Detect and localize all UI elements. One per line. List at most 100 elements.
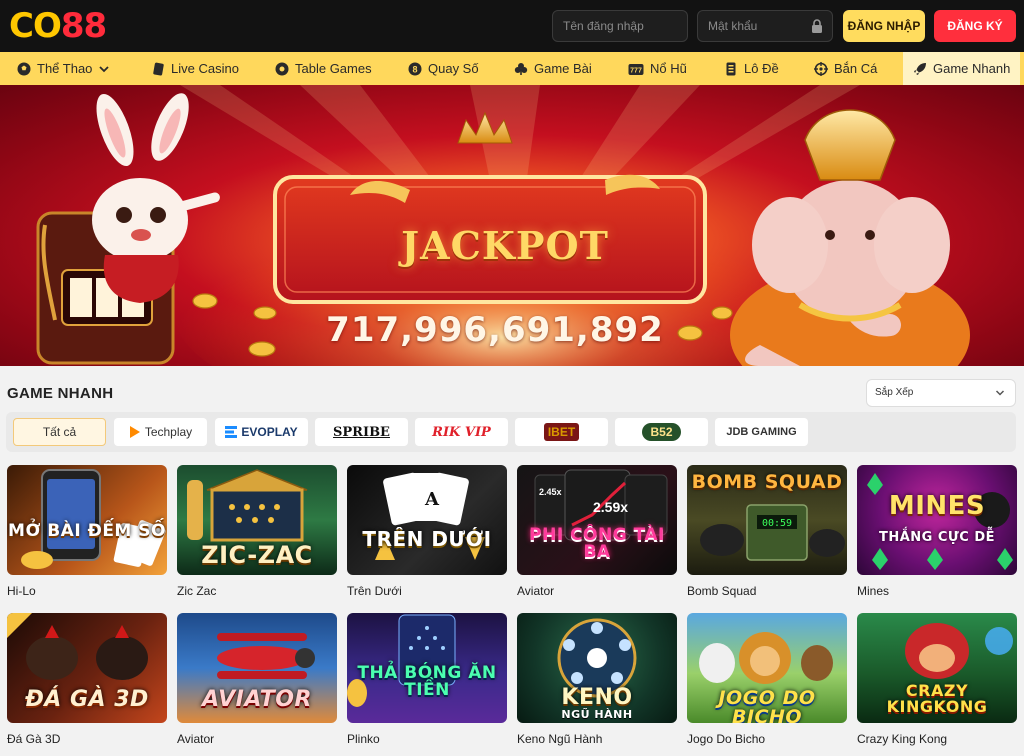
nav-item-table-games[interactable]: Table Games bbox=[275, 52, 372, 85]
techplay-logo-icon bbox=[129, 426, 140, 438]
section-title: GAME NHANH bbox=[7, 385, 114, 402]
game-title: Trên Dưới bbox=[347, 584, 402, 598]
login-button[interactable]: ĐĂNG NHẬP bbox=[843, 10, 925, 42]
game-caption: ĐÁ GÀ 3D bbox=[25, 687, 149, 712]
soccer-ball-icon bbox=[17, 62, 31, 75]
provider-tab-evoplay[interactable]: EVOPLAY bbox=[215, 418, 308, 446]
nav-item-game-bai[interactable]: Game Bài bbox=[514, 52, 592, 85]
nav-item-game-nhanh[interactable]: Game Nhanh bbox=[903, 52, 1021, 85]
game-caption: TRÊN DƯỚI bbox=[362, 527, 492, 551]
jackpot-amount: 717,996,691,892 bbox=[326, 310, 664, 350]
provider-label: Tất cả bbox=[42, 425, 77, 439]
game-card-hi-lo[interactable]: MỞ BÀI ĐẾM SỐ bbox=[7, 465, 167, 575]
game-card-bomb-squad[interactable]: 00:59 BOMB SQUAD bbox=[687, 465, 847, 575]
nav-label: Quay Số bbox=[428, 61, 479, 76]
provider-label: Techplay bbox=[144, 425, 193, 439]
svg-text:777: 777 bbox=[630, 67, 642, 74]
provider-filter-bar: Tất cả Techplay EVOPLAY SPRIBE RIK VIP I… bbox=[6, 412, 1016, 452]
nav-label: Thể Thao bbox=[37, 61, 93, 76]
game-caption: PHI CÔNG TÀI BA bbox=[529, 525, 665, 562]
provider-tab-all[interactable]: Tất cả bbox=[13, 418, 106, 446]
game-title: Aviator bbox=[517, 584, 555, 598]
nav-label: Live Casino bbox=[171, 61, 239, 76]
provider-label: EVOPLAY bbox=[241, 425, 298, 439]
game-art: A bbox=[375, 472, 485, 560]
nav-label: Game Nhanh bbox=[933, 61, 1011, 76]
game-card-crazy-king-kong[interactable]: CRAZY KINGKONG bbox=[857, 613, 1017, 723]
poker-chip-icon bbox=[275, 62, 289, 75]
provider-tab-jdb[interactable]: JDB GAMING bbox=[715, 418, 808, 446]
provider-tab-rikvip[interactable]: RIK VIP bbox=[415, 418, 508, 446]
nav-item-live-casino[interactable]: Live Casino bbox=[151, 52, 239, 85]
crosshair-icon bbox=[814, 61, 828, 76]
game-card-mines[interactable]: MINES THẮNG CỰC DỄ bbox=[857, 465, 1017, 575]
svg-text:00:59: 00:59 bbox=[762, 518, 792, 529]
club-suit-icon bbox=[514, 62, 528, 75]
game-card-aviator[interactable]: AVIATOR bbox=[177, 613, 337, 723]
game-title: Đá Gà 3D bbox=[7, 732, 61, 746]
provider-label: B52 bbox=[642, 423, 681, 441]
svg-text:A: A bbox=[424, 489, 440, 510]
game-card-keno-ngu-hanh[interactable]: KENO NGŨ HÀNH bbox=[517, 613, 677, 723]
register-button[interactable]: ĐĂNG KÝ bbox=[934, 10, 1016, 42]
lock-icon bbox=[812, 19, 822, 33]
nav-item-no-hu[interactable]: 777 Nổ Hũ bbox=[628, 52, 687, 85]
game-title: Keno Ngũ Hành bbox=[517, 732, 603, 746]
game-title: Hi-Lo bbox=[7, 584, 36, 598]
chevron-down-icon bbox=[995, 390, 1005, 396]
jackpot-banner[interactable]: JACKPOT 717,996,691,892 bbox=[0, 85, 1024, 366]
game-caption: AVIATOR bbox=[202, 687, 312, 712]
provider-label: SPRIBE bbox=[333, 424, 390, 440]
logo-text-co: CO bbox=[9, 6, 62, 46]
provider-tab-techplay[interactable]: Techplay bbox=[114, 418, 207, 446]
provider-label: RIK VIP bbox=[432, 424, 491, 440]
site-logo[interactable]: CO88 bbox=[9, 6, 107, 46]
game-card-tren-duoi[interactable]: A TRÊN DƯỚI bbox=[347, 465, 507, 575]
nav-label: Lô Đề bbox=[744, 61, 779, 76]
game-card-plinko[interactable]: THẢ BÓNG ĂN TIỀN bbox=[347, 613, 507, 723]
evoplay-logo-icon bbox=[225, 426, 238, 438]
game-caption: CRAZY KINGKONG bbox=[886, 681, 988, 716]
game-caption: BOMB SQUAD bbox=[691, 471, 843, 493]
game-title: Bomb Squad bbox=[687, 584, 757, 598]
multiplier-tag: 2.59x bbox=[593, 499, 629, 515]
game-title: Zic Zac bbox=[177, 584, 217, 598]
nav-item-lo-de[interactable]: Lô Đề bbox=[724, 52, 779, 85]
svg-text:8: 8 bbox=[412, 64, 417, 74]
game-subcaption: NGŨ HÀNH bbox=[561, 708, 633, 721]
game-title: Jogo Do Bicho bbox=[687, 732, 766, 746]
provider-label: IBET bbox=[543, 423, 580, 441]
game-caption: MỞ BÀI ĐẾM SỐ bbox=[8, 521, 166, 541]
game-card-da-ga-3d[interactable]: ĐÁ GÀ 3D bbox=[7, 613, 167, 723]
nav-item-ban-ca[interactable]: Bắn Cá bbox=[814, 52, 877, 85]
svg-text:2.45x: 2.45x bbox=[539, 487, 562, 497]
provider-tab-ibet[interactable]: IBET bbox=[515, 418, 608, 446]
sort-dropdown[interactable]: Sắp Xếp bbox=[866, 379, 1016, 407]
rocket-icon bbox=[914, 62, 926, 75]
nav-item-quay-so[interactable]: 8 Quay Số bbox=[408, 52, 479, 85]
nav-label: Nổ Hũ bbox=[650, 61, 687, 76]
slot-machine-icon: 777 bbox=[628, 63, 644, 75]
username-input[interactable] bbox=[552, 10, 688, 42]
main-nav: Thể Thao Live Casino Table Games 8 Quay … bbox=[0, 52, 1024, 85]
game-caption: JOGO DO BICHO bbox=[718, 687, 816, 724]
lottery-ticket-icon bbox=[726, 62, 736, 75]
game-card-zic-zac[interactable]: ZIC-ZAC bbox=[177, 465, 337, 575]
playing-card-icon bbox=[153, 62, 164, 76]
chevron-down-icon bbox=[99, 65, 110, 72]
nav-label: Bắn Cá bbox=[834, 61, 878, 76]
game-title: Crazy King Kong bbox=[857, 732, 948, 746]
provider-tab-b52[interactable]: B52 bbox=[615, 418, 708, 446]
jackpot-title: JACKPOT bbox=[401, 223, 609, 268]
provider-tab-spribe[interactable]: SPRIBE bbox=[315, 418, 408, 446]
game-art bbox=[21, 469, 166, 569]
game-card-aviator-phi-cong[interactable]: 2.45x 2.59x PHI CÔNG TÀI BA bbox=[517, 465, 677, 575]
game-caption: KENO bbox=[561, 685, 633, 710]
lottery-ball-icon: 8 bbox=[408, 62, 422, 75]
game-card-jogo-do-bicho[interactable]: JOGO DO BICHO bbox=[687, 613, 847, 723]
logo-text-88: 88 bbox=[60, 6, 107, 46]
nav-item-the-thao[interactable]: Thể Thao bbox=[17, 52, 110, 85]
game-title: Aviator bbox=[177, 732, 215, 746]
game-caption: MINES bbox=[888, 491, 986, 521]
game-title: Plinko bbox=[347, 732, 380, 746]
